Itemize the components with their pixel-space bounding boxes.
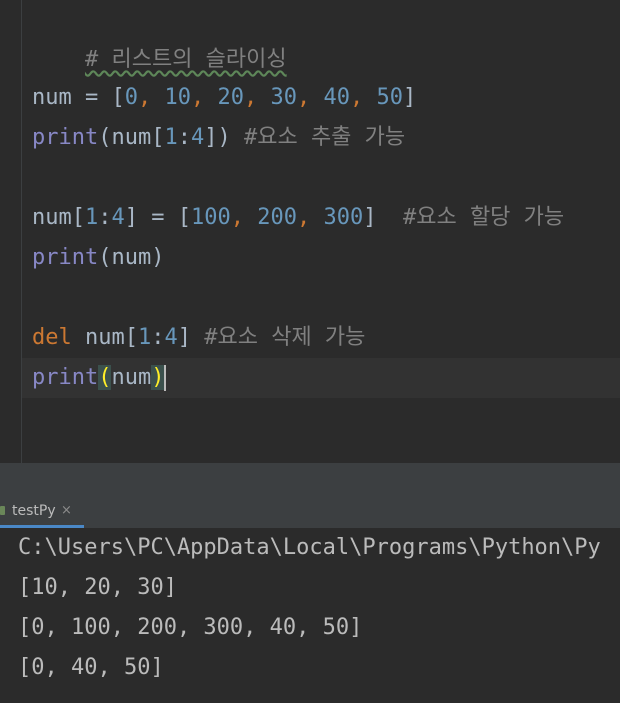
code-line-print[interactable]: print(num) [32, 238, 164, 278]
print-args: (num) [98, 245, 165, 270]
code-line-comment[interactable]: # 리스트의 슬라이싱 [32, 0, 287, 72]
console-line-output-3: [0, 40, 50] [18, 655, 164, 680]
slice-start: 1 [137, 325, 152, 350]
console-line-output-1: [10, 20, 30] [18, 575, 177, 600]
slice-start: 1 [164, 125, 178, 150]
assign-op: = [ [71, 85, 125, 110]
slice-end: 4 [190, 125, 205, 150]
panel-splitter[interactable] [0, 463, 620, 494]
slice-lhs-open: num[ [32, 205, 85, 230]
code-editor[interactable]: # 리스트의 슬라이싱 num = [0, 10, 20, 30, 40, 50… [0, 0, 620, 463]
list-comma: , [137, 85, 165, 110]
inline-comment-delete: #요소 삭제 가능 [204, 325, 366, 350]
slice-colon: : [151, 325, 165, 350]
print-builtin: print [32, 245, 99, 270]
list-close: ] [363, 205, 403, 230]
code-line-slice-assign[interactable]: num[1:4] = [100, 200, 300] #요소 할당 가능 [32, 198, 564, 238]
code-line-assign[interactable]: num = [0, 10, 20, 30, 40, 50] [32, 78, 416, 118]
list-comma: , [296, 85, 324, 110]
list-comma: , [190, 85, 218, 110]
list-number: 20 [217, 85, 244, 110]
slice-start: 1 [84, 205, 99, 230]
console-line-interpreter-path: C:\Users\PC\AppData\Local\Programs\Pytho… [18, 535, 601, 560]
list-number: 300 [323, 205, 364, 230]
var-num: num [32, 85, 72, 110]
list-number: 10 [164, 85, 191, 110]
list-comma: , [296, 205, 324, 230]
slice-lhs-close: ] = [ [124, 205, 191, 230]
list-close: ] [402, 85, 417, 110]
list-number: 30 [270, 85, 297, 110]
run-tab-label: testPy [12, 503, 56, 519]
matched-paren-close: ) [151, 365, 165, 390]
print-builtin: print [32, 365, 99, 390]
run-tool-window-tabs: testPy × [0, 494, 620, 529]
list-number: 0 [124, 85, 138, 110]
matched-paren-open: ( [98, 365, 112, 390]
code-line-print-slice[interactable]: print(num[1:4]) #요소 추출 가능 [32, 118, 405, 158]
run-console-output[interactable]: C:\Users\PC\AppData\Local\Programs\Pytho… [0, 528, 620, 703]
list-literal: 100, 200, 300 [191, 205, 363, 230]
run-tab-testpy[interactable]: testPy × [0, 494, 84, 528]
inline-comment-extract: #요소 추출 가능 [243, 125, 406, 150]
del-target-close: ] [177, 325, 205, 350]
list-comma: , [349, 85, 377, 110]
close-icon[interactable]: × [61, 494, 72, 528]
print-builtin: print [32, 125, 99, 150]
list-comma: , [243, 85, 271, 110]
heading-comment: # 리스트의 슬라이싱 [84, 47, 287, 72]
list-number: 200 [257, 205, 297, 230]
slice-end: 4 [111, 205, 125, 230]
list-number: 100 [190, 205, 231, 230]
del-target-open: num[ [71, 325, 138, 350]
slice-colon: : [177, 125, 191, 150]
print-args-close: ]) [204, 125, 244, 150]
del-keyword: del [32, 325, 72, 350]
print-args-open: (num[ [98, 125, 165, 150]
slice-end: 4 [164, 325, 178, 350]
python-run-icon [0, 506, 5, 515]
list-literal: 0, 10, 20, 30, 40, 50 [125, 85, 403, 110]
inline-comment-assign: #요소 할당 가능 [402, 205, 565, 230]
code-line-print-cursor[interactable]: print(num) [32, 358, 167, 398]
print-arg: num [111, 365, 152, 390]
list-comma: , [230, 205, 258, 230]
list-number: 40 [323, 85, 350, 110]
list-number: 50 [376, 85, 403, 110]
console-line-output-2: [0, 100, 200, 300, 40, 50] [18, 615, 363, 640]
code-line-del[interactable]: del num[1:4] #요소 삭제 가능 [32, 318, 365, 358]
slice-colon: : [98, 205, 112, 230]
text-caret [164, 365, 167, 391]
